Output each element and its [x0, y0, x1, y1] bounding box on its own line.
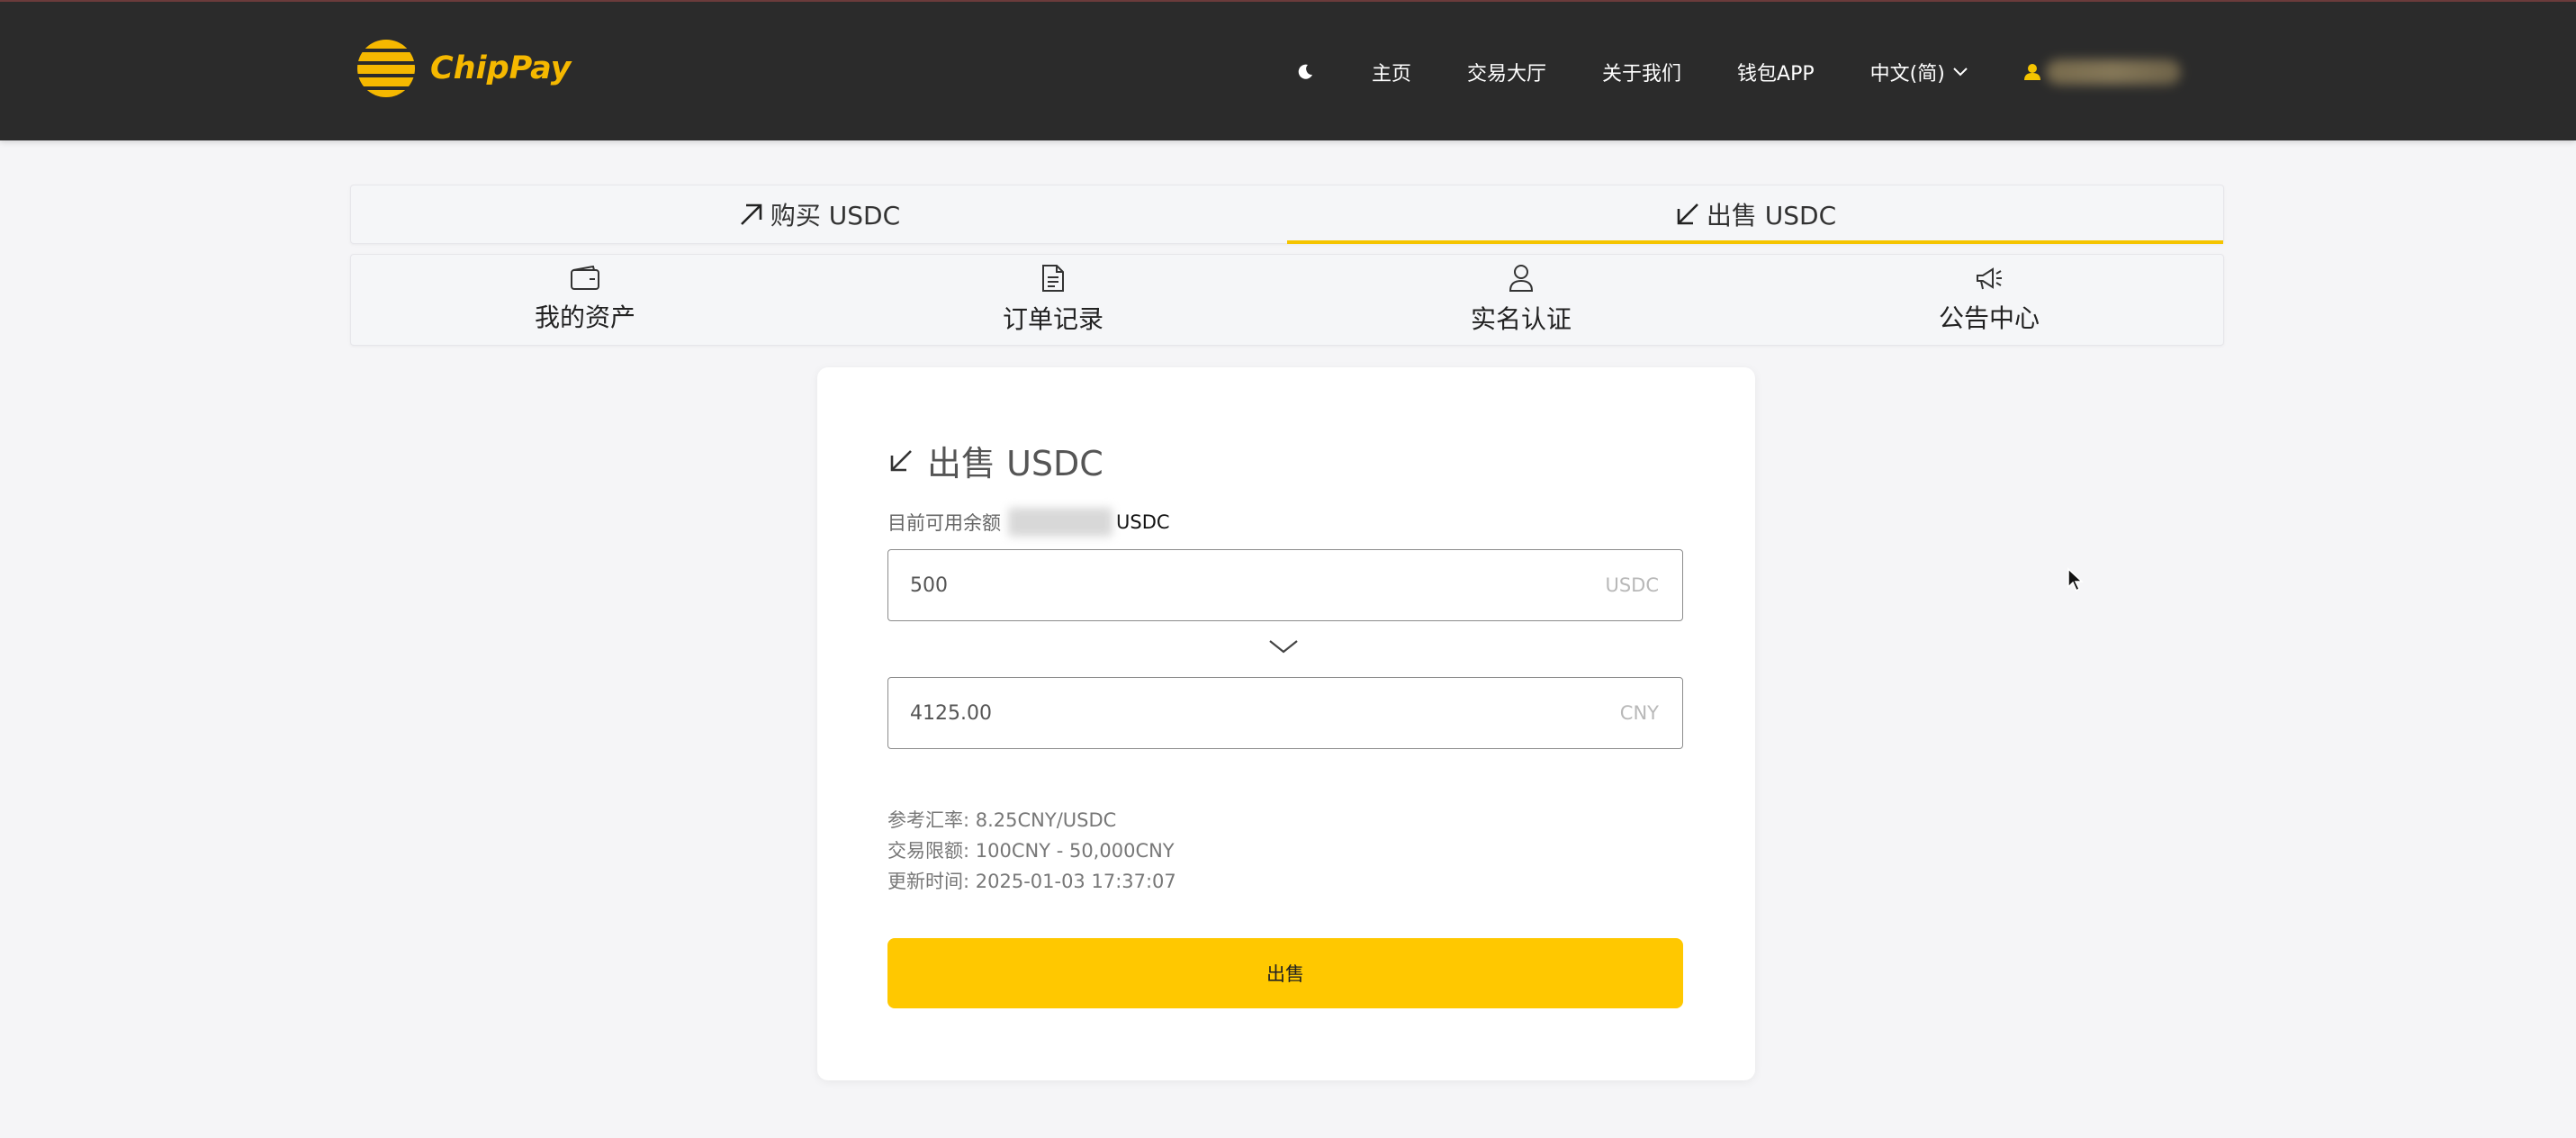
trade-limit: 交易限额: 100CNY - 50,000CNY: [887, 840, 1175, 862]
brand-logo[interactable]: ChipPay: [355, 34, 571, 103]
user-menu[interactable]: [2023, 59, 2181, 85]
user-icon: [1509, 265, 1534, 292]
arrow-up-right-icon: [740, 203, 762, 225]
update-time: 更新时间: 2025-01-03 17:37:07: [887, 871, 1176, 892]
moon-icon: [1298, 64, 1312, 79]
balance-amount-redacted: [1008, 508, 1112, 537]
available-balance: 目前可用余额 USDC: [887, 508, 1170, 537]
trade-direction-tabs: 购买 USDC 出售 USDC: [350, 185, 2224, 244]
top-navigation-bar: ChipPay 主页 交易大厅 关于我们 钱包APP 中文(简): [0, 0, 2576, 140]
receive-amount-field[interactable]: CNY: [887, 677, 1683, 749]
menu-item-announcements[interactable]: 公告中心: [1755, 255, 2223, 345]
card-title: 出售 USDC: [887, 436, 1103, 485]
arrow-down-left-icon: [890, 449, 912, 471]
tab-sell-label: 出售 USDC: [1706, 201, 1837, 230]
language-label: 中文(简): [1869, 63, 1945, 86]
menu-label-announcements: 公告中心: [1938, 303, 2040, 333]
menu-label-order-history: 订单记录: [1002, 304, 1103, 334]
main-nav: 主页 交易大厅 关于我们 钱包APP 中文(简): [1296, 2, 2181, 142]
balance-label: 目前可用余额: [887, 512, 1001, 534]
menu-label-identity-verification: 实名认证: [1470, 304, 1572, 334]
nav-item-wallet-app[interactable]: 钱包APP: [1737, 58, 1815, 86]
user-name-redacted: [2045, 59, 2181, 85]
chippay-logo-icon: [357, 40, 415, 97]
balance-unit: USDC: [1116, 511, 1170, 533]
card-title-text: 出售 USDC: [927, 444, 1103, 483]
megaphone-icon: [1977, 267, 2002, 290]
trade-info: 参考汇率: 8.25CNY/USDC 交易限额: 100CNY - 50,000…: [887, 805, 1176, 897]
sell-button[interactable]: 出售: [887, 938, 1683, 1008]
sell-amount-field[interactable]: USDC: [887, 549, 1683, 621]
receive-amount-unit: CNY: [1619, 702, 1659, 724]
wallet-icon: [571, 266, 599, 290]
tab-buy-usdc[interactable]: 购买 USDC: [351, 185, 1287, 243]
receive-amount-input[interactable]: [910, 701, 1620, 725]
arrow-down-left-icon: [1677, 203, 1698, 225]
menu-item-my-assets[interactable]: 我的资产: [351, 255, 819, 345]
menu-item-order-history[interactable]: 订单记录: [819, 255, 1287, 345]
account-section-menu: 我的资产 订单记录 实名认证 公告中心: [350, 254, 2224, 346]
menu-item-identity-verification[interactable]: 实名认证: [1287, 255, 1755, 345]
brand-name: ChipPay: [430, 50, 572, 86]
tab-sell-usdc[interactable]: 出售 USDC: [1287, 185, 2223, 244]
mouse-cursor-icon: [2067, 567, 2084, 592]
reference-rate: 参考汇率: 8.25CNY/USDC: [887, 809, 1117, 831]
menu-label-my-assets: 我的资产: [534, 303, 635, 332]
theme-toggle-button[interactable]: [1296, 63, 1314, 81]
sell-usdc-card: 出售 USDC 目前可用余额 USDC USDC CNY 参考汇率: 8.25C…: [817, 367, 1755, 1080]
document-icon: [1042, 265, 1064, 292]
language-selector[interactable]: 中文(简): [1870, 58, 1968, 86]
nav-item-about-us[interactable]: 关于我们: [1602, 58, 1681, 86]
tab-buy-label: 购买 USDC: [770, 201, 901, 230]
chevron-down-icon: [1269, 640, 1298, 654]
user-icon: [2023, 64, 2040, 80]
nav-item-trading-hall[interactable]: 交易大厅: [1467, 58, 1546, 86]
chevron-down-icon: [1953, 68, 1968, 77]
sell-amount-input[interactable]: [910, 574, 1606, 597]
nav-item-home[interactable]: 主页: [1372, 58, 1411, 86]
sell-amount-unit: USDC: [1605, 574, 1659, 596]
